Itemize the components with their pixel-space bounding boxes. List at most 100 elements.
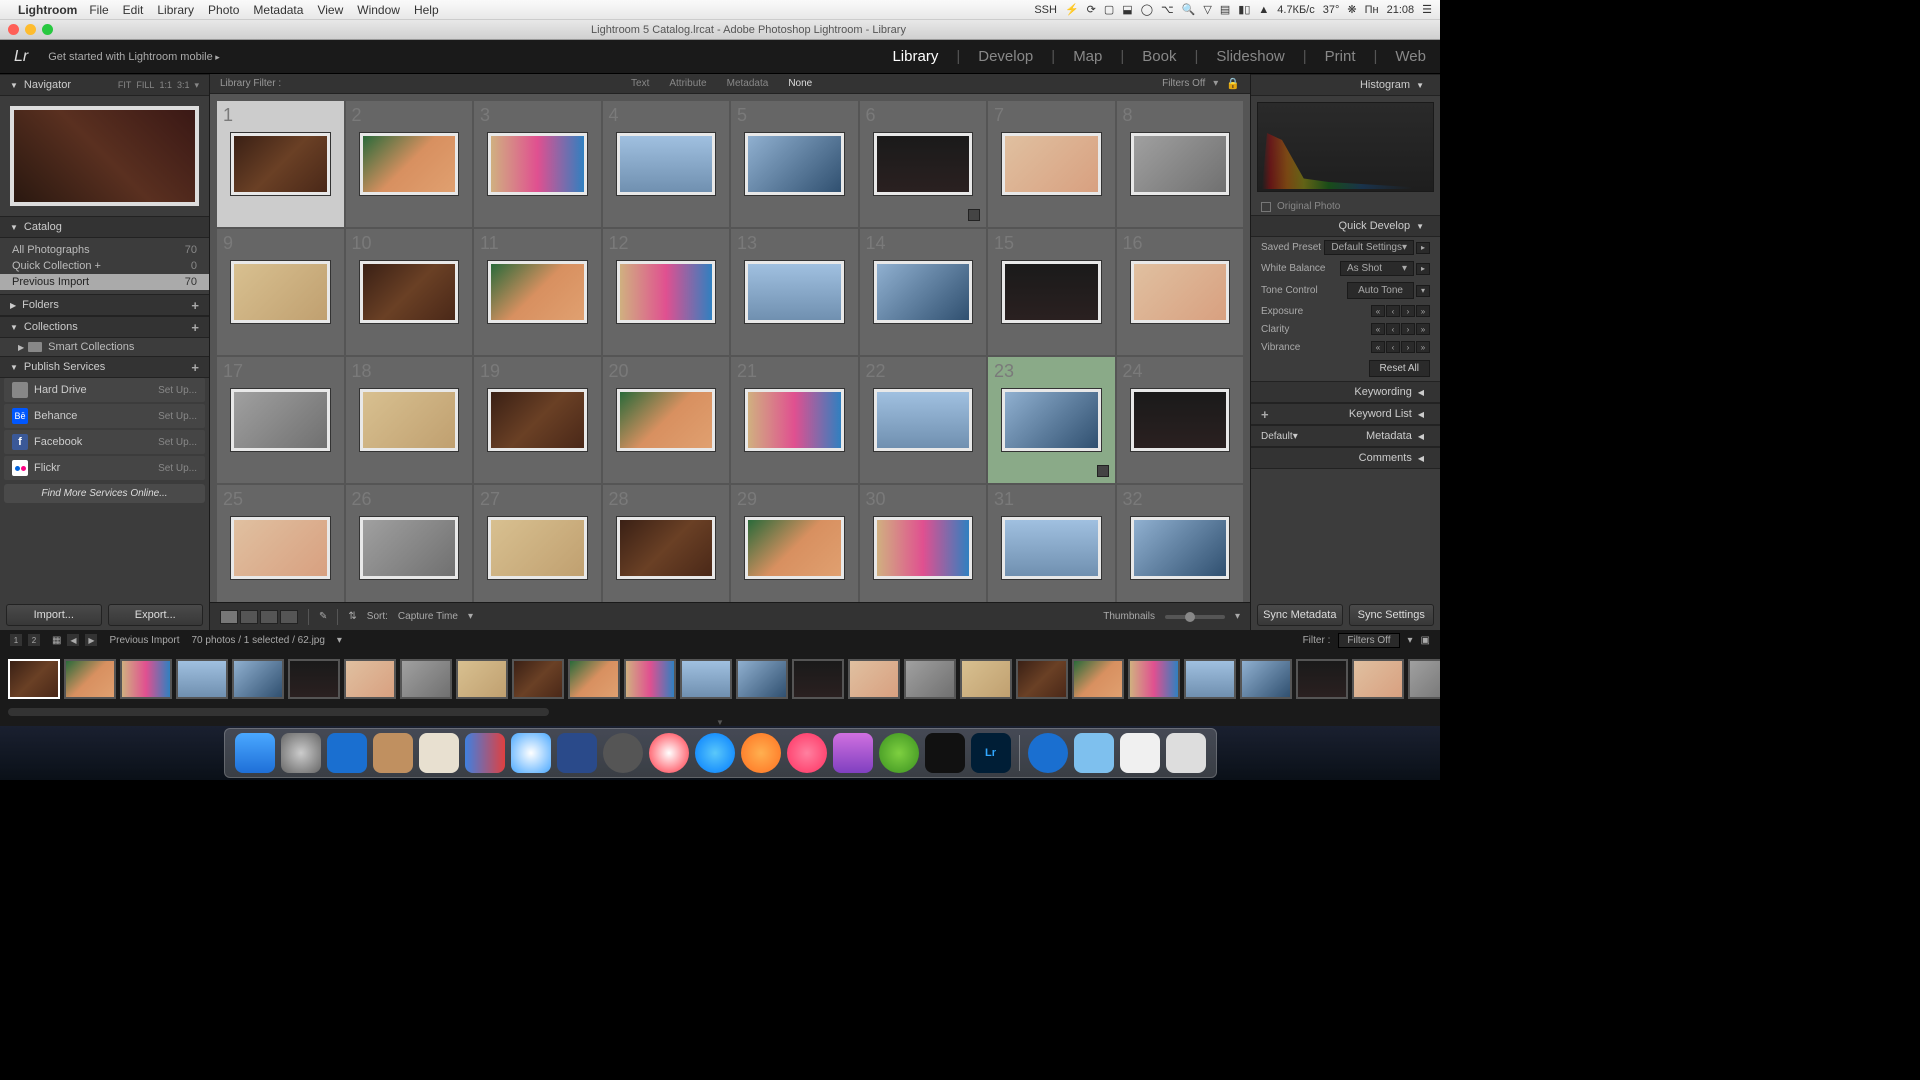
thumbnail-grid[interactable]: 1234567891011121314151617181920212223242… xyxy=(210,94,1250,602)
window-minimize-button[interactable] xyxy=(25,24,36,35)
grid-cell[interactable]: 14 xyxy=(859,228,988,356)
menu-view[interactable]: View xyxy=(317,3,343,17)
grid-cell[interactable]: 17 xyxy=(216,356,345,484)
menu-library[interactable]: Library xyxy=(157,3,194,17)
navigator-header[interactable]: ▼ Navigator FIT FILL 1:1 3:1 ▾ xyxy=(0,74,209,96)
status-menu-icon[interactable]: ▾ xyxy=(337,635,342,646)
grid-cell[interactable]: 22 xyxy=(859,356,988,484)
nav-11[interactable]: 1:1 xyxy=(159,80,172,91)
menu-metadata[interactable]: Metadata xyxy=(253,3,303,17)
thumbnail[interactable] xyxy=(874,517,973,579)
disclosure-triangle-icon[interactable]: ▼ xyxy=(10,81,18,90)
grid-cell[interactable]: 3 xyxy=(473,100,602,228)
filmstrip-filter-menu-icon[interactable]: ▾ xyxy=(1408,635,1413,646)
status-sync-icon[interactable]: ⟳ xyxy=(1087,3,1096,16)
thumbnail[interactable] xyxy=(231,133,330,195)
folders-header[interactable]: ▶Folders+ xyxy=(0,294,209,316)
wb-expand-icon[interactable]: ▸ xyxy=(1416,263,1430,275)
main-window-button[interactable]: 1 xyxy=(10,634,22,646)
folders-add-icon[interactable]: + xyxy=(191,298,199,313)
status-temp[interactable]: 37° xyxy=(1323,4,1340,16)
thumbnail[interactable] xyxy=(617,517,716,579)
comments-header[interactable]: Comments◀ xyxy=(1251,447,1440,469)
status-fan-icon[interactable]: ❋ xyxy=(1347,3,1356,16)
thumbnail[interactable] xyxy=(1131,261,1230,323)
publish-facebook[interactable]: fFacebookSet Up... xyxy=(4,430,205,454)
grid-cell[interactable]: 18 xyxy=(345,356,474,484)
nav-fit[interactable]: FIT xyxy=(118,80,132,91)
thumbnail[interactable] xyxy=(745,517,844,579)
status-time[interactable]: 21:08 xyxy=(1387,4,1415,16)
publish-behance[interactable]: BēBehanceSet Up... xyxy=(4,404,205,428)
sync-metadata-button[interactable]: Sync Metadata xyxy=(1257,604,1343,626)
filter-preset-menu-icon[interactable]: ▾ xyxy=(1213,78,1218,89)
module-slideshow[interactable]: Slideshow xyxy=(1216,48,1284,65)
thumbnail[interactable] xyxy=(874,389,973,451)
menu-help[interactable]: Help xyxy=(414,3,439,17)
metadata-preset-select[interactable]: Default▾ xyxy=(1261,431,1298,442)
menu-edit[interactable]: Edit xyxy=(123,3,144,17)
lightroom-mobile-link[interactable]: Get started with Lightroom mobile xyxy=(48,51,220,63)
quick-develop-header[interactable]: Quick Develop▼ xyxy=(1251,215,1440,237)
thumbnail[interactable] xyxy=(360,261,459,323)
navigator-preview[interactable] xyxy=(0,96,209,216)
dock-firefox[interactable] xyxy=(741,733,781,773)
filmstrip-thumb[interactable] xyxy=(176,659,228,699)
thumbnail[interactable] xyxy=(874,133,973,195)
thumbnail[interactable] xyxy=(745,261,844,323)
keyword-list-header[interactable]: +Keyword List◀ xyxy=(1251,403,1440,425)
dock-mail[interactable] xyxy=(419,733,459,773)
thumbnail[interactable] xyxy=(1002,517,1101,579)
filter-lock-icon[interactable]: 🔒 xyxy=(1226,77,1240,90)
metadata-header[interactable]: Default▾ Metadata◀ xyxy=(1251,425,1440,447)
collections-header[interactable]: ▼Collections+ xyxy=(0,316,209,338)
filmstrip-thumb[interactable] xyxy=(232,659,284,699)
thumbnail[interactable] xyxy=(231,517,330,579)
grid-cell[interactable]: 1 xyxy=(216,100,345,228)
dock-parallels[interactable] xyxy=(465,733,505,773)
grid-cell[interactable]: 5 xyxy=(730,100,859,228)
nav-31[interactable]: 3:1 xyxy=(177,80,190,91)
saved-preset-select[interactable]: Default Settings▾ xyxy=(1324,240,1414,255)
menu-file[interactable]: File xyxy=(89,3,108,17)
module-web[interactable]: Web xyxy=(1395,48,1426,65)
filmstrip-filter-lock-icon[interactable]: ▣ xyxy=(1421,635,1430,646)
filmstrip-thumb[interactable] xyxy=(624,659,676,699)
filmstrip-thumb[interactable] xyxy=(344,659,396,699)
status-ssh[interactable]: SSH xyxy=(1034,4,1057,16)
toolbar-menu-icon[interactable]: ▾ xyxy=(1235,611,1240,622)
grid-cell[interactable]: 15 xyxy=(987,228,1116,356)
status-flag-icon[interactable]: ▤ xyxy=(1220,3,1230,16)
dock-safari[interactable] xyxy=(511,733,551,773)
status-circle-icon[interactable]: ◯ xyxy=(1141,3,1153,16)
filmstrip-thumb[interactable] xyxy=(456,659,508,699)
thumbnail[interactable] xyxy=(231,389,330,451)
filter-attribute[interactable]: Attribute xyxy=(659,78,716,89)
thumbnail[interactable] xyxy=(488,133,587,195)
grid-cell[interactable]: 31 xyxy=(987,484,1116,602)
module-print[interactable]: Print xyxy=(1325,48,1356,65)
filmstrip-thumb[interactable] xyxy=(1072,659,1124,699)
menu-photo[interactable]: Photo xyxy=(208,3,239,17)
grid-cell[interactable]: 4 xyxy=(602,100,731,228)
publish-hard-drive[interactable]: Hard DriveSet Up... xyxy=(4,378,205,402)
grid-cell[interactable]: 23 xyxy=(987,356,1116,484)
grid-cell[interactable]: 12 xyxy=(602,228,731,356)
find-more-services[interactable]: Find More Services Online... xyxy=(4,484,205,503)
grid-cell[interactable]: 21 xyxy=(730,356,859,484)
thumbnail[interactable] xyxy=(745,389,844,451)
status-bt-icon[interactable]: ⌥ xyxy=(1161,3,1174,16)
thumbnail[interactable] xyxy=(617,261,716,323)
view-compare-button[interactable] xyxy=(260,610,278,624)
dock-downloads[interactable] xyxy=(1074,733,1114,773)
filmstrip-thumb[interactable] xyxy=(8,659,60,699)
sort-direction-icon[interactable]: ⇅ xyxy=(348,611,356,622)
module-map[interactable]: Map xyxy=(1073,48,1102,65)
menu-window[interactable]: Window xyxy=(357,3,400,17)
thumbnail[interactable] xyxy=(1002,389,1101,451)
thumbnail[interactable] xyxy=(745,133,844,195)
thumbnail[interactable] xyxy=(360,133,459,195)
status-triangle-icon[interactable]: ▲ xyxy=(1258,4,1269,16)
export-button[interactable]: Export... xyxy=(108,604,204,626)
grid-cell[interactable]: 9 xyxy=(216,228,345,356)
